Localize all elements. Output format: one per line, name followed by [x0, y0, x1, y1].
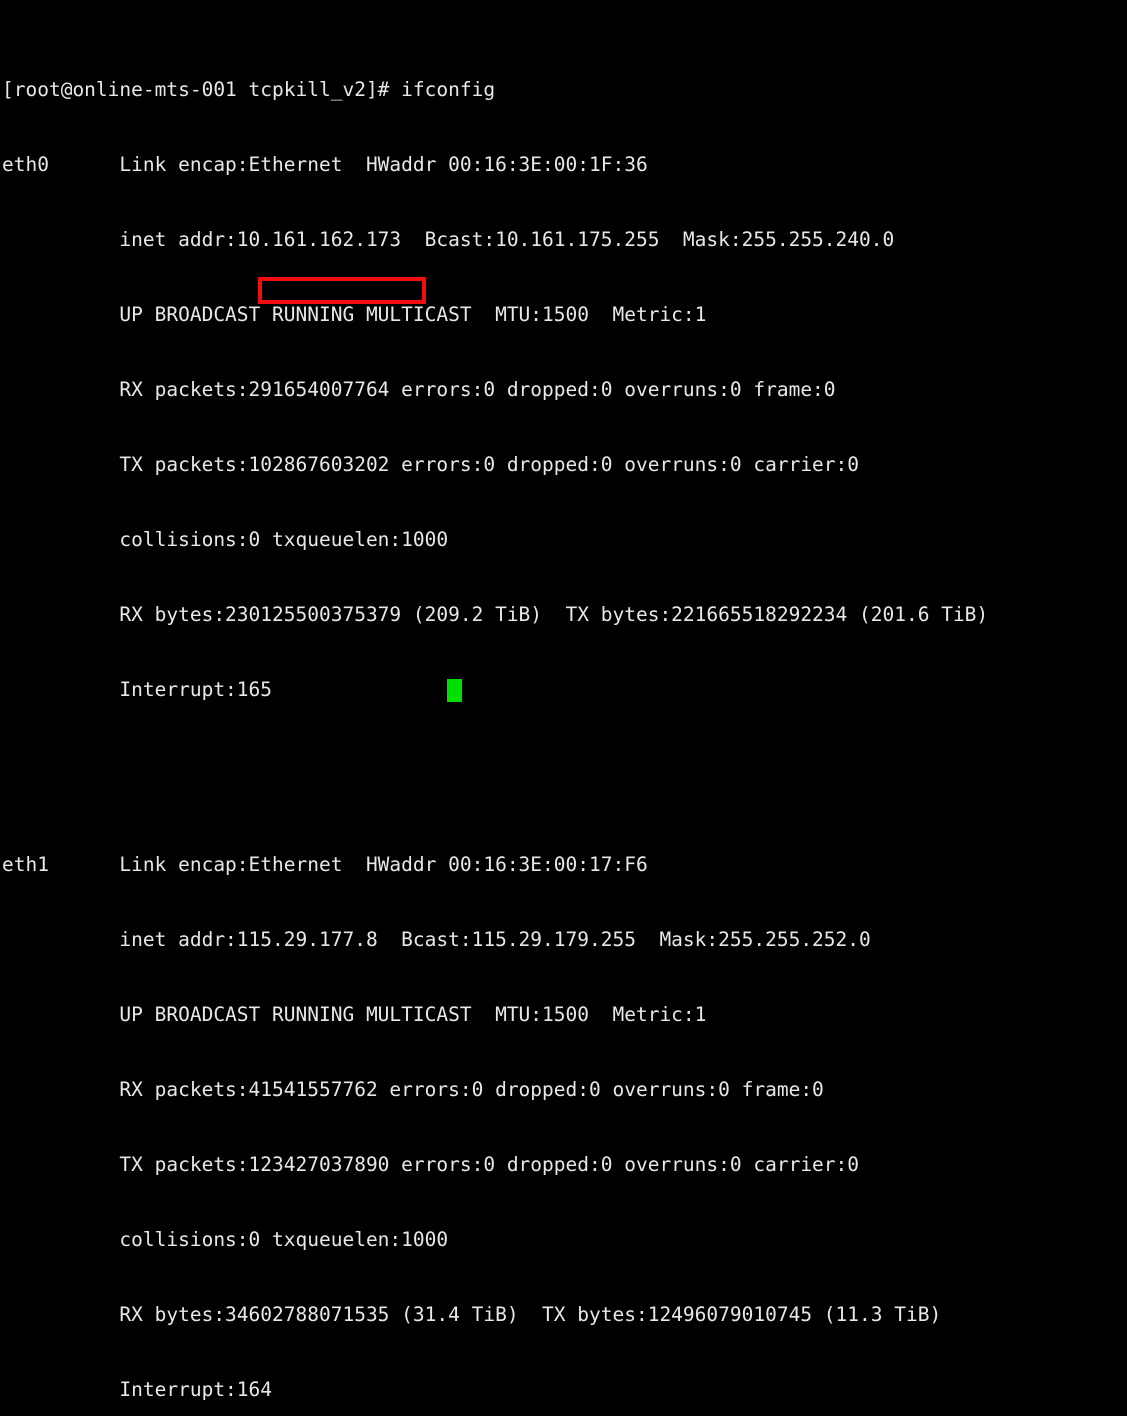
terminal-line-eth1-collisions: collisions:0 txqueuelen:1000: [2, 1228, 449, 1251]
terminal-line-blank-1: [2, 752, 1127, 777]
terminal-line-eth1-interrupt: Interrupt:164: [2, 1378, 273, 1401]
terminal-cursor: [447, 679, 462, 702]
terminal-line-eth0-rx-packets: RX packets:291654007764 errors:0 dropped…: [2, 378, 836, 401]
terminal-line-eth1-link: eth1 Link encap:Ethernet HWaddr 00:16:3E…: [2, 853, 648, 876]
terminal-line-eth0-collisions: collisions:0 txqueuelen:1000: [2, 528, 449, 551]
terminal-line-eth0-tx-packets: TX packets:102867603202 errors:0 dropped…: [2, 453, 860, 476]
terminal-line-eth0-bytes: RX bytes:230125500375379 (209.2 TiB) TX …: [2, 603, 989, 626]
terminal-line-eth1-inet: inet addr:115.29.177.8 Bcast:115.29.179.…: [2, 928, 871, 951]
terminal-screen[interactable]: [root@online-mts-001 tcpkill_v2]# ifconf…: [0, 0, 1127, 1401]
terminal-line-eth0-flags: UP BROADCAST RUNNING MULTICAST MTU:1500 …: [2, 303, 707, 326]
terminal-line-eth1-tx-packets: TX packets:123427037890 errors:0 dropped…: [2, 1153, 860, 1176]
terminal-line-eth1-flags: UP BROADCAST RUNNING MULTICAST MTU:1500 …: [2, 1003, 707, 1026]
terminal-line-eth1-rx-packets: RX packets:41541557762 errors:0 dropped:…: [2, 1078, 824, 1101]
terminal-line-command-prompt: [root@online-mts-001 tcpkill_v2]# ifconf…: [2, 78, 496, 101]
terminal-line-eth0-interrupt: Interrupt:165: [2, 678, 273, 701]
terminal-line-eth0-inet: inet addr:10.161.162.173 Bcast:10.161.17…: [2, 228, 895, 251]
terminal-line-eth1-bytes: RX bytes:34602788071535 (31.4 TiB) TX by…: [2, 1303, 942, 1326]
terminal-line-eth0-link: eth0 Link encap:Ethernet HWaddr 00:16:3E…: [2, 153, 648, 176]
ip-address-highlight-box: [258, 277, 426, 304]
